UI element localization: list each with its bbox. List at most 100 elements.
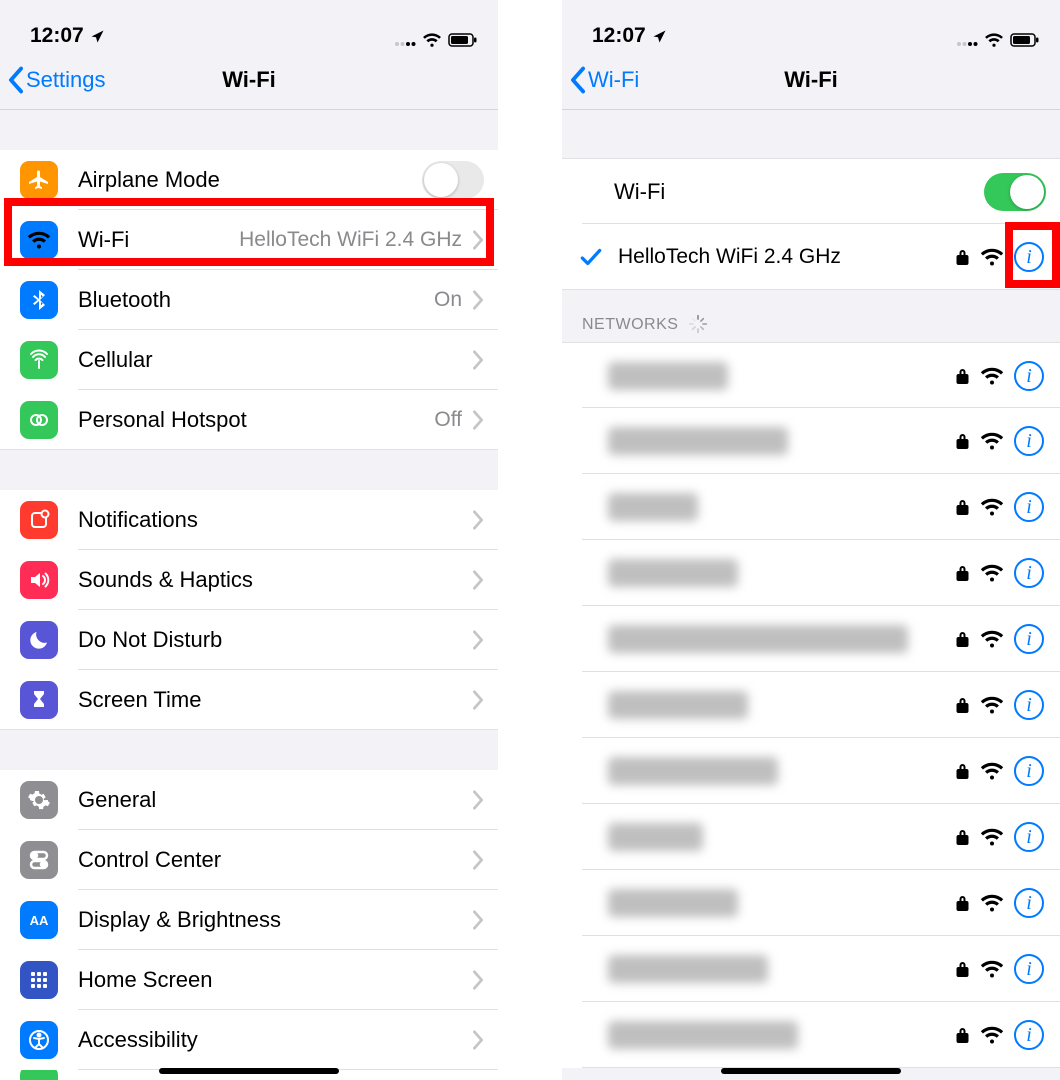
row-accessibility[interactable]: Accessibility [0, 1010, 498, 1070]
network-name-blurred [608, 691, 748, 719]
status-bar: 12:07 [0, 0, 498, 50]
row-network[interactable]: i [562, 870, 1060, 936]
network-name-blurred [608, 362, 728, 390]
info-button[interactable]: i [1014, 1020, 1044, 1050]
row-label: Accessibility [78, 1027, 198, 1053]
chevron-right-icon [472, 1030, 484, 1050]
info-button[interactable]: i [1014, 624, 1044, 654]
row-control-center[interactable]: Control Center [0, 830, 498, 890]
chevron-right-icon [472, 570, 484, 590]
cellular-icon [20, 341, 58, 379]
battery-icon [448, 33, 478, 47]
lock-icon [955, 894, 970, 912]
row-network[interactable]: i [562, 672, 1060, 738]
row-general[interactable]: General [0, 770, 498, 830]
home-indicator[interactable] [159, 1068, 339, 1074]
chevron-right-icon [472, 910, 484, 930]
row-airplane-mode[interactable]: Airplane Mode [0, 150, 498, 210]
lock-icon [955, 828, 970, 846]
row-network[interactable]: i [562, 606, 1060, 672]
hourglass-icon [20, 681, 58, 719]
row-network[interactable]: i [562, 804, 1060, 870]
chevron-right-icon [472, 690, 484, 710]
cellular-signal-icon [394, 33, 416, 47]
row-hotspot[interactable]: Personal Hotspot Off [0, 390, 498, 450]
row-label: Notifications [78, 507, 198, 533]
wifi-signal-icon [980, 695, 1004, 715]
wifi-icon [20, 221, 58, 259]
row-network[interactable]: i [562, 474, 1060, 540]
wifi-signal-icon [980, 563, 1004, 583]
home-screen-icon [20, 961, 58, 999]
info-button[interactable]: i [1014, 822, 1044, 852]
info-button[interactable]: i [1014, 690, 1044, 720]
row-wifi[interactable]: Wi-Fi HelloTech WiFi 2.4 GHz [0, 210, 498, 270]
status-bar: 12:07 [562, 0, 1060, 50]
status-time: 12:07 [592, 24, 646, 48]
row-network[interactable]: i [562, 738, 1060, 804]
lock-icon [955, 696, 970, 714]
networks-header: NETWORKS [562, 290, 1060, 342]
moon-icon [20, 621, 58, 659]
row-detail: Off [434, 408, 462, 432]
wifi-signal-icon [980, 761, 1004, 781]
row-notifications[interactable]: Notifications [0, 490, 498, 550]
wifi-signal-icon [980, 247, 1004, 267]
row-network[interactable]: i [562, 408, 1060, 474]
home-indicator[interactable] [721, 1068, 901, 1074]
row-label: Sounds & Haptics [78, 567, 253, 593]
row-network[interactable]: i [562, 936, 1060, 1002]
back-button[interactable]: Settings [8, 66, 106, 94]
row-network[interactable]: i [562, 540, 1060, 606]
info-button[interactable]: i [1014, 954, 1044, 984]
row-dnd[interactable]: Do Not Disturb [0, 610, 498, 670]
spinner-icon [688, 314, 708, 334]
location-arrow-icon [652, 29, 667, 44]
wifi-signal-icon [980, 893, 1004, 913]
chevron-right-icon [472, 790, 484, 810]
wifi-status-icon [422, 32, 442, 48]
info-button[interactable]: i [1014, 361, 1044, 391]
row-label: Bluetooth [78, 287, 171, 313]
page-title: Wi-Fi [222, 67, 276, 93]
chevron-right-icon [472, 290, 484, 310]
row-wifi-toggle[interactable]: Wi-Fi [562, 158, 1060, 224]
row-screentime[interactable]: Screen Time [0, 670, 498, 730]
airplane-toggle[interactable] [422, 161, 484, 199]
back-button[interactable]: Wi-Fi [570, 66, 639, 94]
info-button[interactable]: i [1014, 756, 1044, 786]
chevron-right-icon [472, 630, 484, 650]
chevron-right-icon [472, 510, 484, 530]
info-button[interactable]: i [1014, 426, 1044, 456]
display-icon: AA [20, 901, 58, 939]
accessibility-icon [20, 1021, 58, 1059]
row-detail: HelloTech WiFi 2.4 GHz [239, 228, 462, 252]
unknown-icon [20, 1070, 58, 1080]
cellular-signal-icon [956, 33, 978, 47]
network-name-blurred [608, 1021, 798, 1049]
row-display[interactable]: AA Display & Brightness [0, 890, 498, 950]
wifi-toggle[interactable] [984, 173, 1046, 211]
row-network[interactable]: i [562, 1002, 1060, 1068]
status-time: 12:07 [30, 24, 84, 48]
row-cellular[interactable]: Cellular [0, 330, 498, 390]
wifi-status-icon [984, 32, 1004, 48]
info-button[interactable]: i [1014, 492, 1044, 522]
info-button[interactable]: i [1014, 242, 1044, 272]
lock-icon [955, 762, 970, 780]
row-sounds[interactable]: Sounds & Haptics [0, 550, 498, 610]
info-button[interactable]: i [1014, 558, 1044, 588]
lock-icon [955, 432, 970, 450]
chevron-right-icon [472, 350, 484, 370]
checkmark-icon [578, 244, 604, 270]
info-button[interactable]: i [1014, 888, 1044, 918]
row-connected-network[interactable]: HelloTech WiFi 2.4 GHz i [562, 224, 1060, 290]
connected-network-name: HelloTech WiFi 2.4 GHz [618, 245, 841, 269]
row-network[interactable]: i [562, 342, 1060, 408]
lock-icon [955, 498, 970, 516]
lock-icon [955, 248, 970, 266]
row-label: Wi-Fi [78, 227, 129, 253]
row-home-screen[interactable]: Home Screen [0, 950, 498, 1010]
row-bluetooth[interactable]: Bluetooth On [0, 270, 498, 330]
chevron-right-icon [472, 410, 484, 430]
